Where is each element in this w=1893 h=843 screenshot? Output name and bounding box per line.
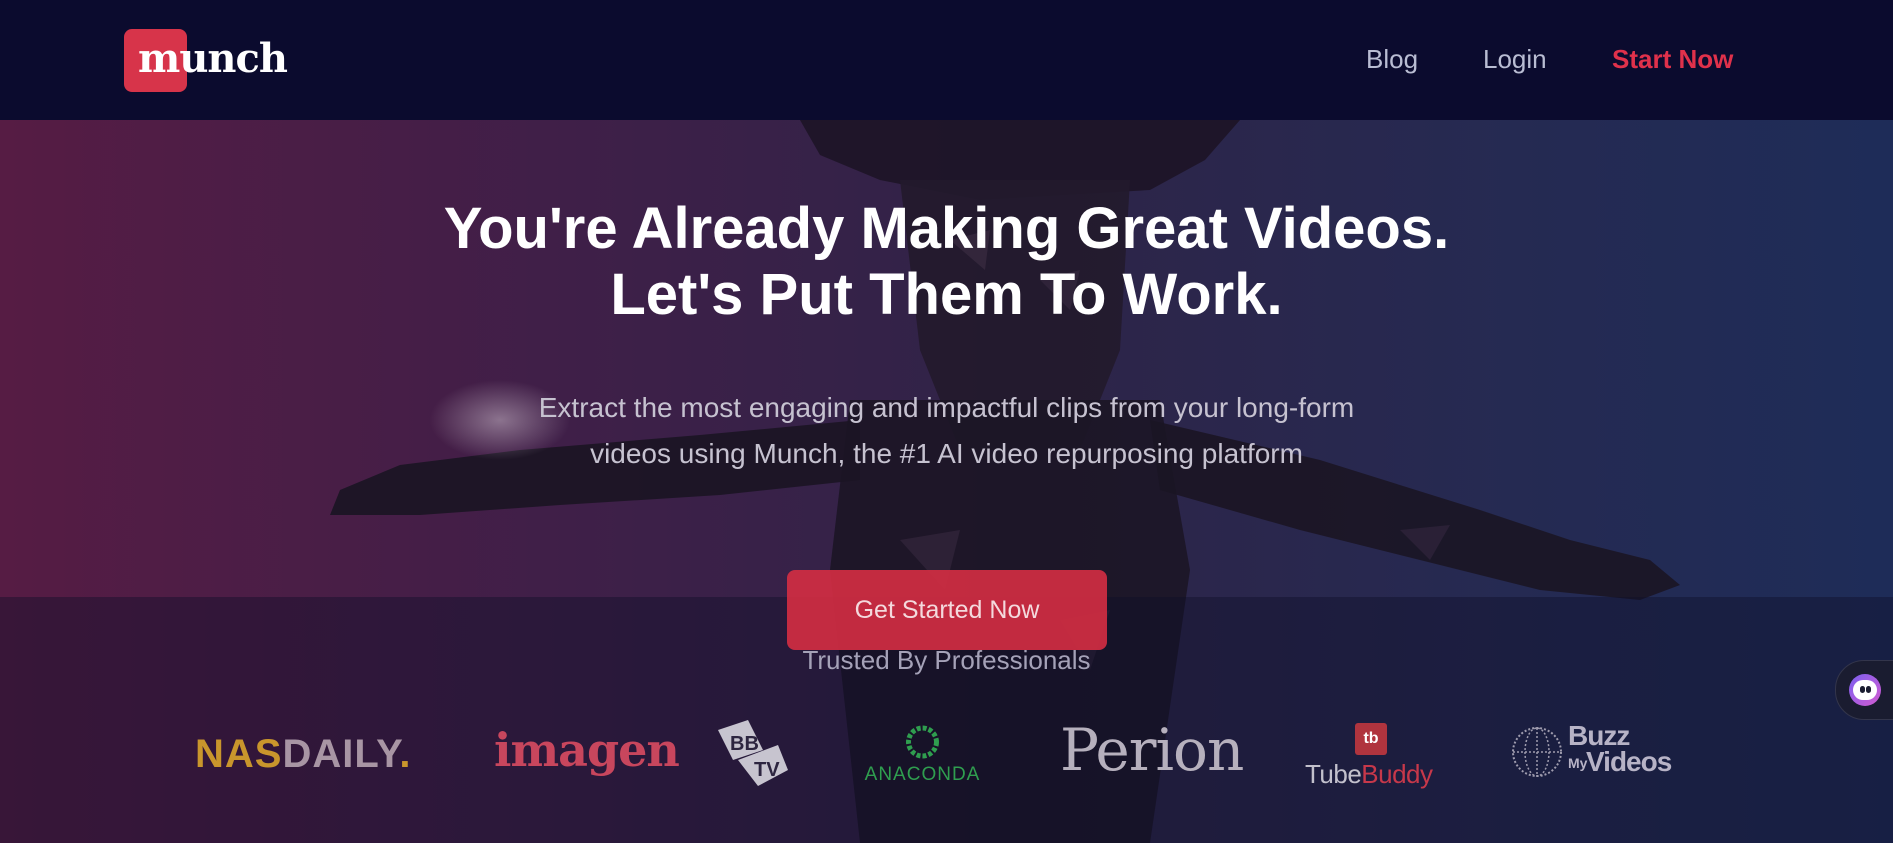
buzz-videos-text: Videos [1586,746,1672,777]
hero-subtext-line1: Extract the most engaging and impactful … [538,392,1355,423]
hero-section: You're Already Making Great Videos. Let'… [0,120,1893,843]
logo-text: munch [138,35,288,82]
tubebuddy-buddy-text: Buddy [1361,759,1433,789]
chat-bot-right-eye [1866,686,1871,693]
nav-link-start-now[interactable]: Start Now [1612,44,1733,75]
get-started-button[interactable]: Get Started Now [787,570,1107,650]
nasdaily-nas-text: NAS [195,732,283,776]
top-navbar: munch Blog Login Start Now [0,0,1893,120]
imagen-logo: imagen [494,723,680,777]
svg-text:BB: BB [730,733,759,755]
chat-widget-button[interactable] [1835,660,1893,720]
anaconda-ring-icon [906,725,939,759]
nasdaily-dot-text: . [399,732,412,776]
buzzmyvideos-logo: Buzz My Videos [1510,720,1700,795]
anaconda-logo: ANACONDA [860,722,985,792]
chat-bot-face [1853,680,1877,700]
svg-text:TV: TV [754,759,780,781]
hero-headline-line1: You're Already Making Great Videos. [443,196,1450,261]
trusted-by-title: Trusted By Professionals [802,645,1091,675]
hero-subtext-line2: videos using Munch, the #1 AI video repu… [590,438,1303,469]
nasdaily-daily-text: DAILY [282,732,400,776]
tubebuddy-badge-icon: tb [1355,723,1387,755]
chat-bot-left-eye [1860,686,1865,693]
nav-link-login[interactable]: Login [1483,44,1547,75]
hero-headline-line2: Let's Put Them To Work. [610,262,1283,327]
tubebuddy-text: TubeBuddy [1305,759,1433,790]
globe-icon [1512,727,1562,777]
buzz-my-text: My [1568,755,1588,771]
bbtv-logo: BB TV [718,720,788,786]
chat-bot-icon [1849,674,1881,706]
tubebuddy-tube-text: Tube [1305,759,1362,789]
anaconda-text: ANACONDA [864,764,981,785]
munch-logo[interactable]: munch [124,29,288,93]
tubebuddy-logo: tb TubeBuddy [1305,723,1435,793]
nav-link-blog[interactable]: Blog [1366,44,1418,75]
nasdaily-logo: NASDAILY. [195,732,411,777]
perion-logo: Perion [1060,716,1244,784]
